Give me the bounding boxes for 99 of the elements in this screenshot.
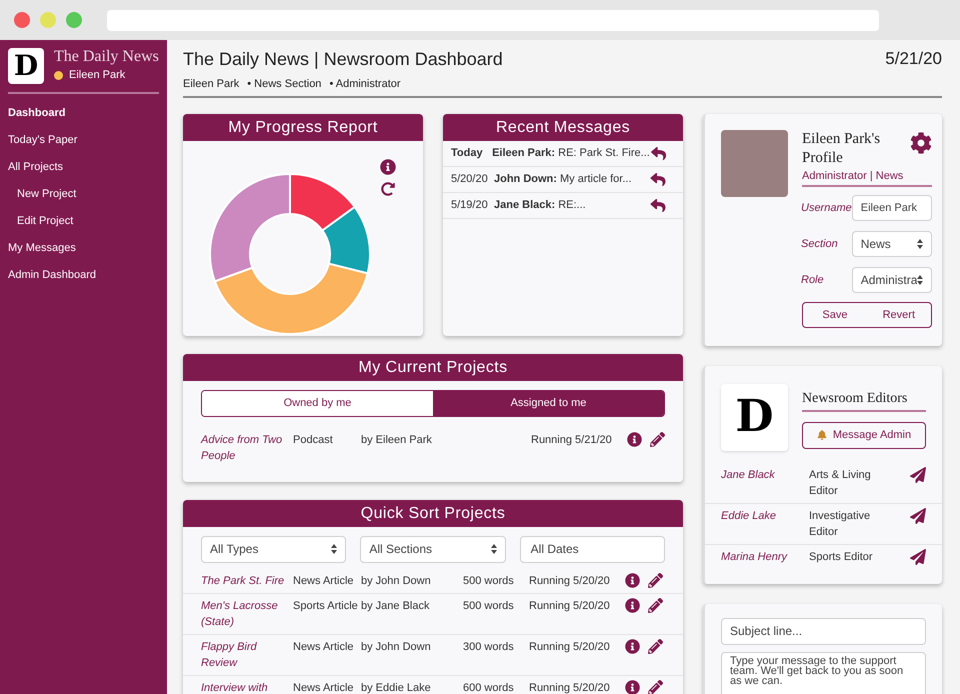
updown-caret-icon [916, 275, 923, 285]
logo: D [8, 48, 44, 84]
message-preview[interactable]: Eileen Park: RE: Park St. Fire... [492, 144, 650, 162]
settings-icon[interactable] [910, 132, 932, 154]
updown-caret-icon [490, 544, 497, 554]
project-type: Podcast [293, 432, 334, 448]
card-header: My Current Projects [183, 354, 683, 380]
select-dropdown[interactable]: News [852, 231, 932, 257]
project-status: Running 5/20/20 [529, 640, 611, 654]
send-icon[interactable] [910, 508, 926, 524]
message-date: Today [451, 146, 484, 161]
project-name[interactable]: Interview with [201, 680, 293, 694]
subject-field[interactable]: Subject line... [721, 618, 926, 644]
project-type: Sports Article [293, 598, 359, 614]
refresh-icon[interactable] [381, 182, 395, 196]
user-name: Eileen Park [69, 68, 126, 83]
profile-title: Eileen Park's Profile [802, 130, 882, 168]
pencil-icon[interactable] [650, 432, 665, 446]
photo-placeholder [721, 130, 788, 196]
project-status: Running 5/21/20 [531, 432, 613, 448]
logo: D [721, 384, 788, 450]
profile-button[interactable]: Revert [866, 303, 931, 327]
project-status: Running 5/20/20 [529, 574, 611, 588]
reply-icon[interactable] [650, 146, 667, 160]
editor-name[interactable]: Eddie Lake [721, 508, 809, 524]
project-type: News Article [293, 574, 355, 588]
updown-caret-icon [916, 239, 923, 249]
user-meta: • Administrator [329, 77, 401, 92]
editor-role: Investigative Editor [809, 508, 872, 540]
project-name[interactable]: Flappy Bird Review [201, 638, 293, 670]
pencil-icon[interactable] [648, 680, 663, 694]
word-count: 600 words [463, 680, 515, 694]
field-label: Role [801, 272, 824, 288]
project-status: Running 5/20/20 [529, 680, 611, 694]
message-preview[interactable]: John Down: My article for... [494, 170, 649, 188]
select-dropdown[interactable]: All Sections [360, 536, 506, 562]
nav-item[interactable]: Today's Paper [8, 127, 159, 154]
reply-icon[interactable] [649, 198, 667, 212]
project-author: by Jane Black [361, 598, 430, 614]
pencil-icon[interactable] [648, 638, 663, 654]
message-date: 5/19/20 [451, 198, 489, 213]
send-icon[interactable] [910, 548, 926, 564]
info-icon[interactable] [627, 432, 642, 446]
pencil-icon[interactable] [648, 598, 663, 612]
editor-name[interactable]: Marina Henry [721, 548, 809, 564]
info-icon[interactable] [625, 680, 640, 694]
pencil-icon[interactable] [648, 572, 663, 588]
project-name[interactable]: The Park St. Fire [201, 572, 293, 588]
project-author: by Eddie Lake [361, 680, 432, 694]
editors-title: Newsroom Editors [802, 388, 926, 412]
info-icon[interactable] [380, 158, 396, 174]
card-header: Quick Sort Projects [183, 500, 683, 526]
project-author: by John Down [361, 574, 432, 588]
brand-name: The Daily News [54, 48, 159, 66]
project-name[interactable]: Advice from Two People [201, 432, 293, 464]
project-type: News Article [293, 680, 355, 694]
word-count: 500 words [463, 598, 515, 614]
nav-subitem[interactable]: New Project [8, 181, 159, 208]
word-count: 300 words [463, 640, 515, 654]
info-icon[interactable] [625, 598, 640, 612]
info-icon[interactable] [625, 572, 640, 588]
message-field[interactable]: Type your message to the support team. We'll get back to you as soon as we can. [721, 652, 926, 694]
nav-item[interactable]: Dashboard [8, 100, 159, 127]
date-field[interactable]: All Dates [520, 536, 665, 562]
editor-role: Arts & Living Editor [809, 468, 872, 498]
project-name[interactable]: Men's Lacrosse (State) [201, 598, 293, 630]
project-author: by Eileen Park [361, 432, 433, 448]
user-meta: • News Section [247, 77, 322, 92]
username-field[interactable]: Eileen Park [852, 195, 932, 221]
profile-button[interactable]: Save [803, 303, 867, 327]
card-header: Recent Messages [443, 114, 683, 140]
info-icon[interactable] [625, 638, 640, 654]
field-label: Username [801, 200, 852, 216]
updown-caret-icon [331, 544, 338, 554]
reply-icon[interactable] [649, 172, 667, 186]
user-meta: Eileen Park [183, 77, 240, 92]
word-count: 500 words [463, 574, 515, 588]
tab[interactable]: Owned by me [202, 390, 433, 416]
current-date: 5/21/20 [885, 48, 942, 70]
profile-subtitle: Administrator | News [802, 168, 904, 184]
project-status: Running 5/20/20 [529, 598, 611, 614]
editor-name[interactable]: Jane Black [721, 466, 809, 482]
message-date: 5/20/20 [451, 172, 489, 187]
message-admin-button[interactable]: Message Admin [802, 422, 926, 448]
nav-subitem[interactable]: Edit Project [8, 208, 159, 235]
nav-item[interactable]: My Messages [8, 235, 159, 262]
project-type: News Article [293, 640, 355, 654]
nav-item[interactable]: Admin Dashboard [8, 262, 159, 289]
field-label: Section [801, 236, 838, 252]
bell-icon [816, 430, 827, 440]
card-header: My Progress Report [183, 114, 423, 140]
tab[interactable]: Assigned to me [433, 390, 664, 416]
select-dropdown[interactable]: All Types [201, 536, 346, 562]
send-icon[interactable] [910, 466, 926, 482]
nav-item[interactable]: All Projects [8, 154, 159, 181]
message-preview[interactable]: Jane Black: RE:... [494, 196, 649, 214]
editor-role: Sports Editor [809, 550, 874, 564]
project-author: by John Down [361, 640, 432, 654]
page-title: The Daily News | Newsroom Dashboard [183, 48, 503, 71]
